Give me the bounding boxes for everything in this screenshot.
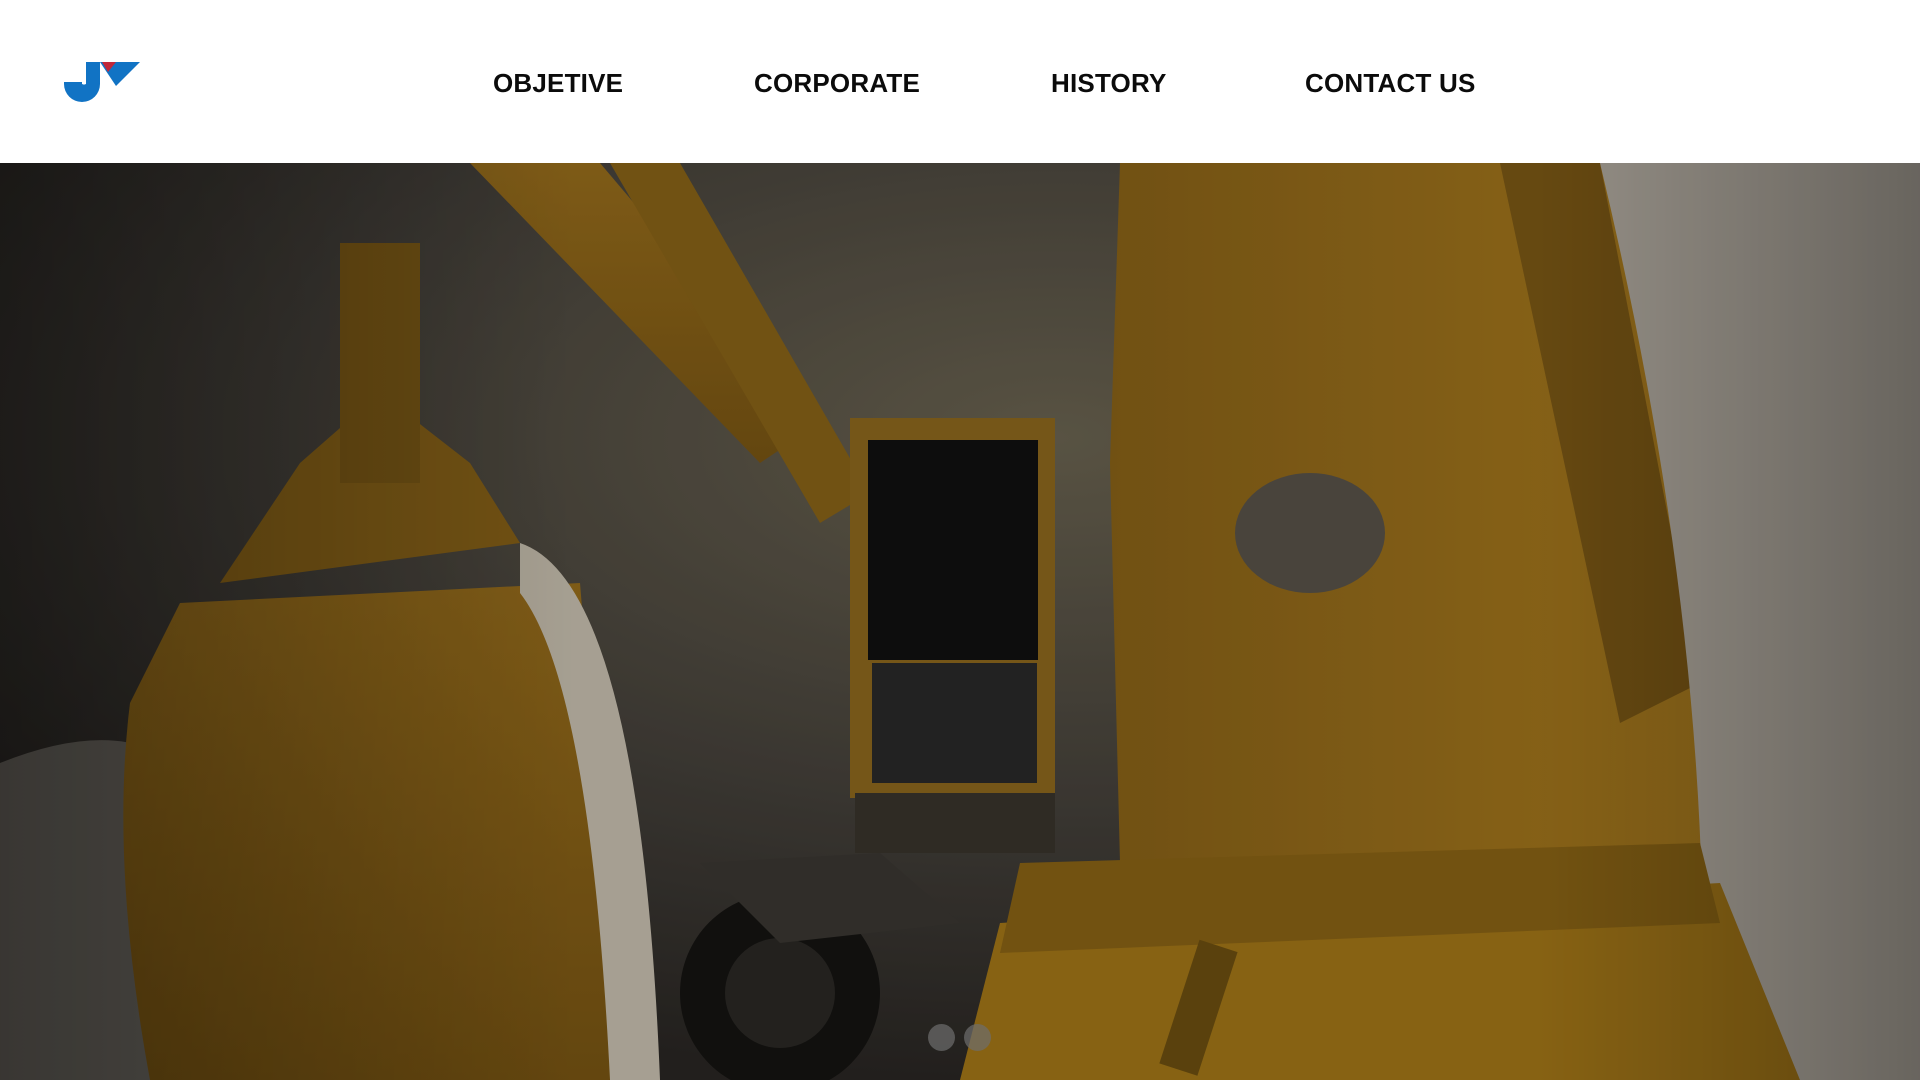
slider-dot-2[interactable] — [964, 1024, 991, 1051]
slider-dots — [928, 1024, 1008, 1052]
site-header: OBJETIVE CORPORATE HISTORY CONTACT US — [0, 0, 1920, 163]
nav-item-history[interactable]: HISTORY — [1051, 68, 1167, 99]
slider-dot-1[interactable] — [928, 1024, 955, 1051]
excavator-photo — [0, 163, 1920, 1080]
nav-item-contact-us[interactable]: CONTACT US — [1305, 68, 1476, 99]
nav-item-corporate[interactable]: CORPORATE — [754, 68, 920, 99]
nav-item-objetive[interactable]: OBJETIVE — [493, 68, 623, 99]
hero-slider — [0, 163, 1920, 1080]
main-nav: OBJETIVE CORPORATE HISTORY CONTACT US — [0, 68, 1920, 98]
